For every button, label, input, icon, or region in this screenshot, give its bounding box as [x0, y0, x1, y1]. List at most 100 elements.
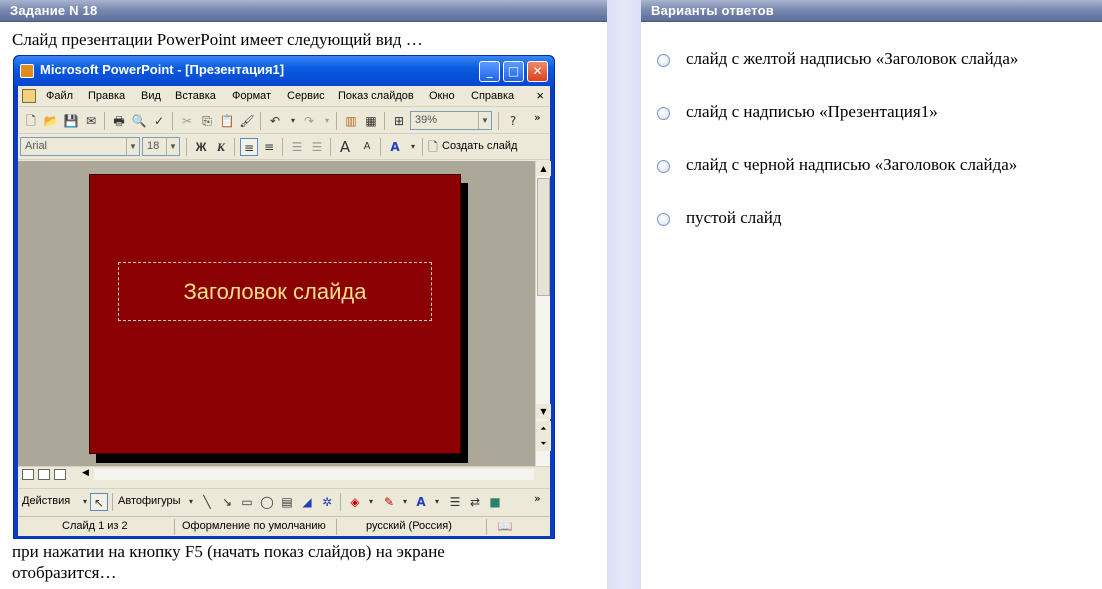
- menu-format: Формат: [232, 90, 272, 102]
- save-icon: 💾: [63, 114, 79, 128]
- spelling-status-icon: 📖: [497, 519, 513, 533]
- ppt-window-title: Microsoft PowerPoint - [Презентация1]: [40, 62, 285, 77]
- open-folder-icon: 📂: [43, 114, 59, 128]
- ppt-status-bar: Слайд 1 из 2 Оформление по умолчанию рус…: [18, 516, 550, 536]
- font-color-icon: A: [390, 140, 400, 154]
- radio-button[interactable]: [657, 54, 670, 67]
- align-left-icon: ≡: [240, 138, 258, 156]
- answer-label[interactable]: слайд с надписью «Презентация1»: [686, 102, 938, 122]
- cut-icon: ✂: [181, 114, 193, 128]
- menu-slideshow: Показ слайдов: [338, 90, 414, 102]
- column-divider: [607, 0, 641, 589]
- formatting-toolbar: Arial ▼ 18 ▼ Ж К ≡ ≡ ☰ ☰ A A A ▾ 🗋 Созда…: [18, 134, 550, 160]
- grid-icon: ⊞: [393, 114, 405, 128]
- zoom-combo: 39% ▼: [410, 111, 492, 130]
- permission-icon: ✉: [85, 114, 97, 128]
- question-panel: Задание N 18 Слайд презентации PowerPoin…: [0, 0, 607, 589]
- powerpoint-app-icon: [20, 64, 34, 78]
- font-name-combo: Arial ▼: [20, 137, 140, 156]
- status-language: русский (Россия): [366, 520, 452, 532]
- minimize-icon: _: [479, 61, 500, 82]
- question-tail-line-2: отобразится…: [12, 563, 117, 582]
- slide-title-placeholder: Заголовок слайда: [118, 262, 432, 321]
- textbox-icon: ▤: [281, 495, 293, 509]
- select-pointer-icon: ↖: [90, 493, 108, 511]
- chevron-down-icon: ▼: [166, 138, 179, 155]
- menu-view: Вид: [141, 90, 161, 102]
- drawbar-overflow-icon: »: [534, 492, 541, 505]
- scroll-down-icon: ▼: [536, 404, 551, 419]
- status-slide-count: Слайд 1 из 2: [62, 520, 128, 532]
- fill-color-dropdown-icon: ▾: [368, 497, 373, 506]
- create-slide-label: Создать слайд: [442, 140, 518, 152]
- bullets-icon: ☰: [311, 140, 323, 154]
- slide-sorter-view-icon: [38, 469, 50, 480]
- menu-help: Справка: [471, 90, 515, 102]
- ppt-client-area: Файл Правка Вид Вставка Формат Сервис По…: [18, 86, 551, 536]
- table-icon: ▦: [365, 114, 377, 128]
- wordart-icon: ◢: [302, 495, 312, 509]
- chevron-down-icon: ▼: [478, 112, 491, 129]
- font-name-value: Arial: [25, 140, 48, 152]
- scroll-up-icon: ▲: [536, 161, 551, 176]
- status-design: Оформление по умолчанию: [182, 520, 326, 532]
- next-slide-icon: ⏷: [536, 436, 551, 451]
- answers-panel: Варианты ответов слайд с желтой надписью…: [641, 0, 1102, 589]
- copy-icon: ⎘: [202, 114, 212, 128]
- chart-icon: ▥: [345, 114, 357, 128]
- normal-view-icon: [22, 469, 34, 480]
- answer-label[interactable]: пустой слайд: [686, 208, 782, 228]
- scroll-left-icon: ◀: [82, 468, 89, 478]
- italic-button: К: [216, 140, 226, 154]
- menu-window: Окно: [429, 90, 455, 102]
- ppt-menu-bar: Файл Правка Вид Вставка Формат Сервис По…: [18, 86, 550, 107]
- radio-button[interactable]: [657, 107, 670, 120]
- line-style-icon: ☰: [449, 495, 461, 509]
- chevron-down-icon: ▼: [126, 138, 139, 155]
- format-painter-icon: 🖌: [239, 114, 255, 128]
- diagram-icon: ✲: [321, 495, 333, 509]
- menu-edit: Правка: [88, 90, 126, 102]
- radio-button[interactable]: [657, 213, 670, 226]
- powerpoint-window-screenshot: Microsoft PowerPoint - [Презентация1] _ …: [13, 55, 555, 539]
- answer-label[interactable]: слайд с черной надписью «Заголовок слайд…: [686, 155, 1017, 175]
- menu-file: Файл: [46, 90, 74, 102]
- ppt-title-bar: Microsoft PowerPoint - [Презентация1] _ …: [14, 56, 554, 86]
- arrow-icon: ↘: [221, 495, 233, 509]
- new-document-icon: 🗋: [26, 114, 36, 128]
- help-icon: ?: [509, 114, 517, 128]
- slide-work-area: Заголовок слайда: [18, 161, 535, 466]
- decrease-font-icon: A: [363, 141, 371, 152]
- question-header: Задание N 18: [0, 0, 607, 22]
- slideshow-view-icon: [54, 469, 66, 480]
- vertical-scrollbar: ▲ ▼ ⏶ ⏷: [535, 161, 551, 466]
- answer-label[interactable]: слайд с желтой надписью «Заголовок слайд…: [686, 49, 1018, 69]
- question-tail: при нажатии на кнопку F5 (начать показ с…: [12, 541, 572, 583]
- drawing-toolbar: Действия ▾ ↖ Автофигуры ▾ ╲ ↘ ▭ ◯ ▤ ◢ ✲ …: [18, 488, 550, 514]
- font-size-value: 18: [147, 140, 160, 152]
- font-size-combo: 18 ▼: [142, 137, 180, 156]
- spelling-icon: ✓: [153, 114, 165, 128]
- undo-icon: ↶: [269, 114, 281, 128]
- arrow-style-icon: ⇄: [469, 495, 481, 509]
- font-color-dropdown-icon: ▾: [410, 142, 415, 151]
- bold-button: Ж: [195, 140, 207, 154]
- zoom-value: 39%: [415, 114, 438, 126]
- previous-slide-icon: ⏶: [536, 421, 551, 436]
- numbering-icon: ☰: [291, 140, 303, 154]
- increase-font-icon: A: [339, 138, 351, 156]
- actions-menu: Действия: [22, 495, 71, 507]
- print-icon: 🖶: [113, 114, 125, 128]
- scroll-thumb: [537, 178, 550, 296]
- menu-insert: Вставка: [175, 90, 216, 102]
- question-tail-line-1: при нажатии на кнопку F5 (начать показ с…: [12, 542, 445, 561]
- shadow-style-icon: ■: [489, 495, 501, 509]
- radio-button[interactable]: [657, 160, 670, 173]
- slide-canvas: Заголовок слайда: [89, 174, 461, 454]
- new-slide-icon: 🗋: [428, 140, 438, 154]
- toolbar-overflow-icon: »: [534, 111, 541, 124]
- redo-dropdown-icon: ▾: [324, 116, 329, 125]
- text-color-dropdown-icon: ▾: [434, 497, 439, 506]
- horizontal-scrollbar: ◀: [18, 466, 550, 482]
- answers-header: Варианты ответов: [641, 0, 1102, 22]
